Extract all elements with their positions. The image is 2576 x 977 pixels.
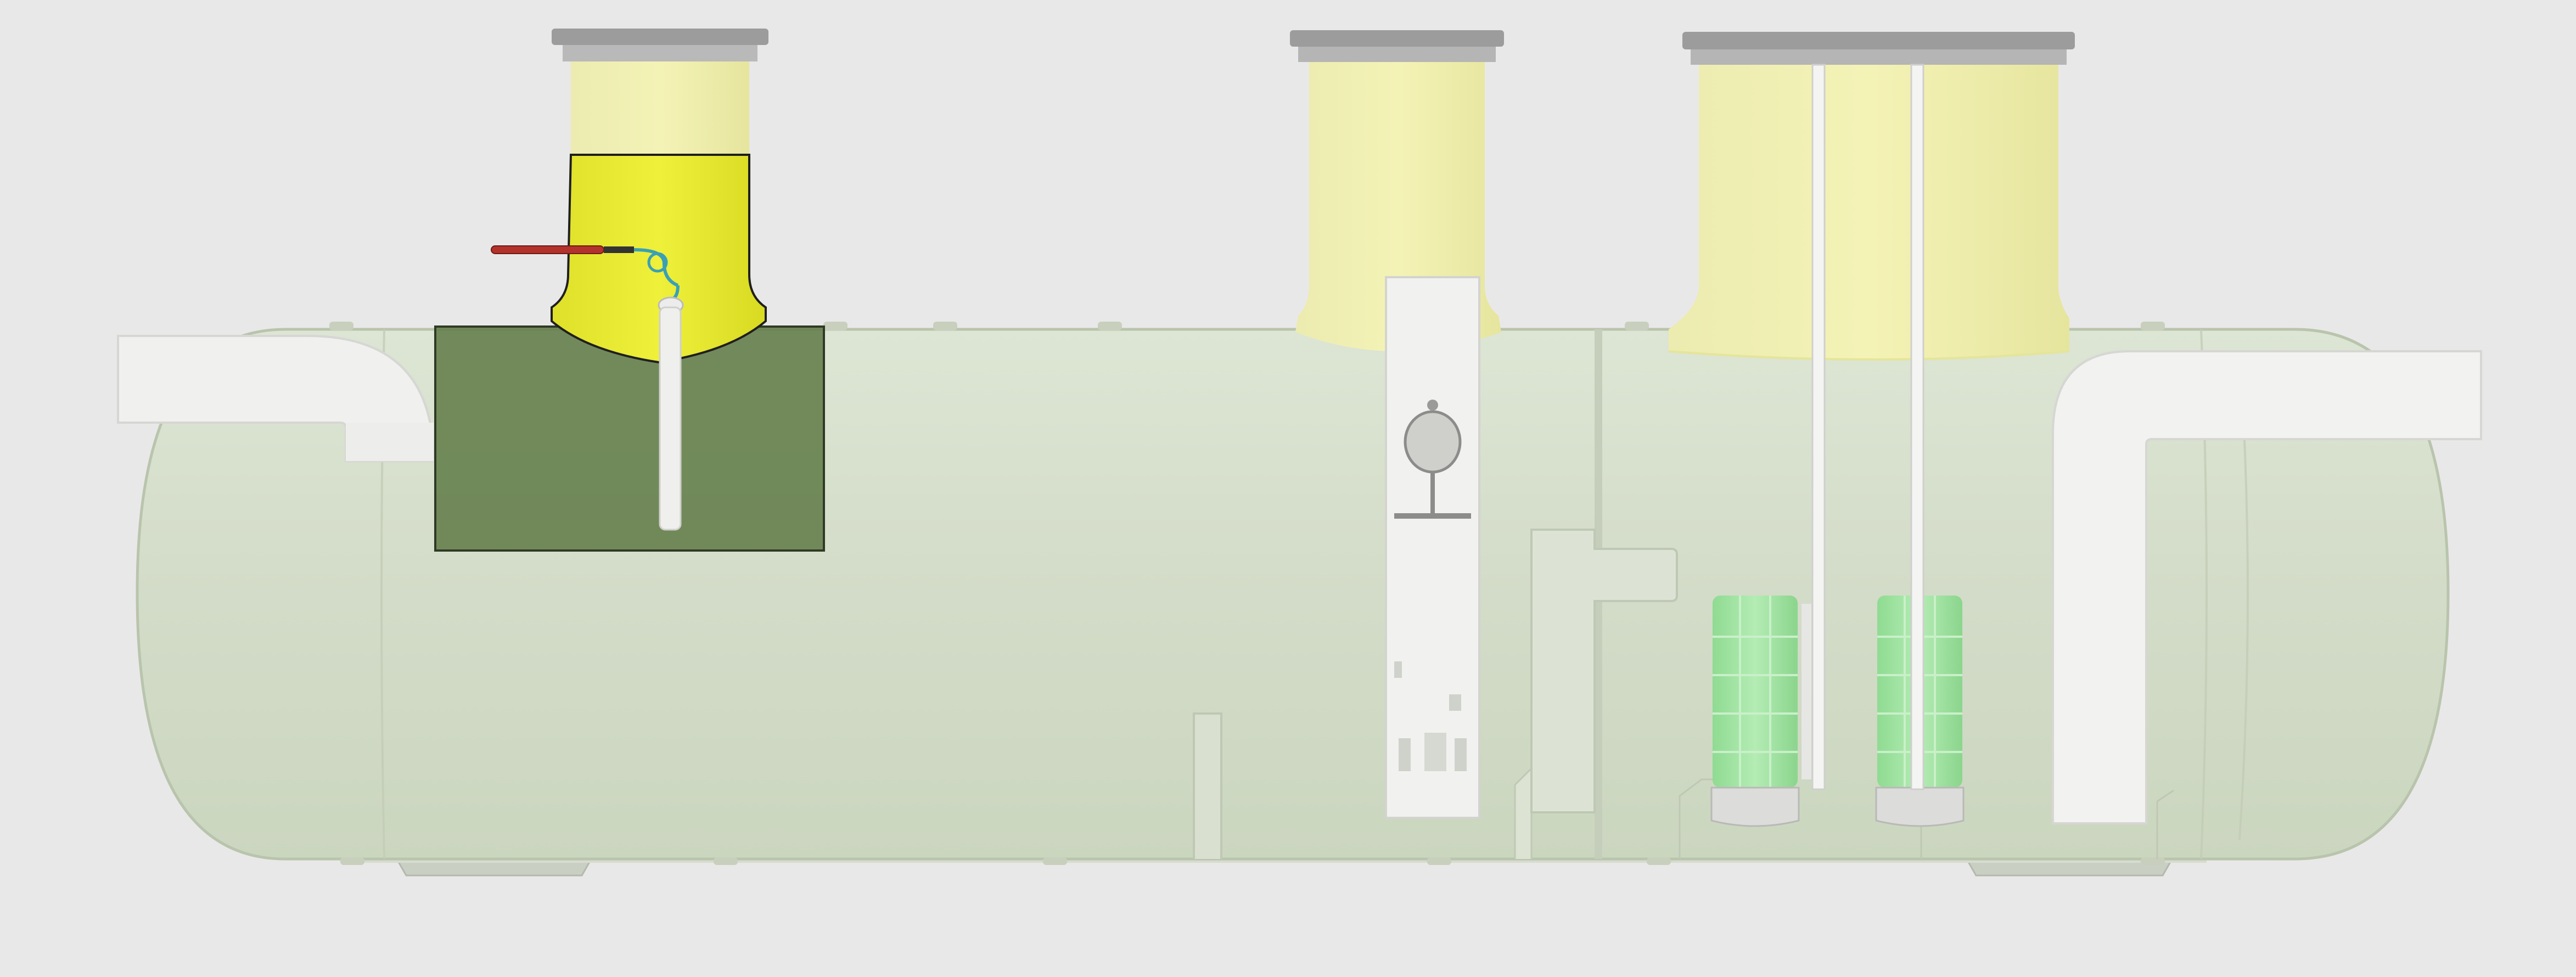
tank-diagram-svg <box>117 29 2482 877</box>
riser-3 <box>1668 32 2075 361</box>
float-switch <box>1385 276 1480 819</box>
tank-diagram <box>0 0 2576 977</box>
highlighted-section <box>434 325 825 552</box>
